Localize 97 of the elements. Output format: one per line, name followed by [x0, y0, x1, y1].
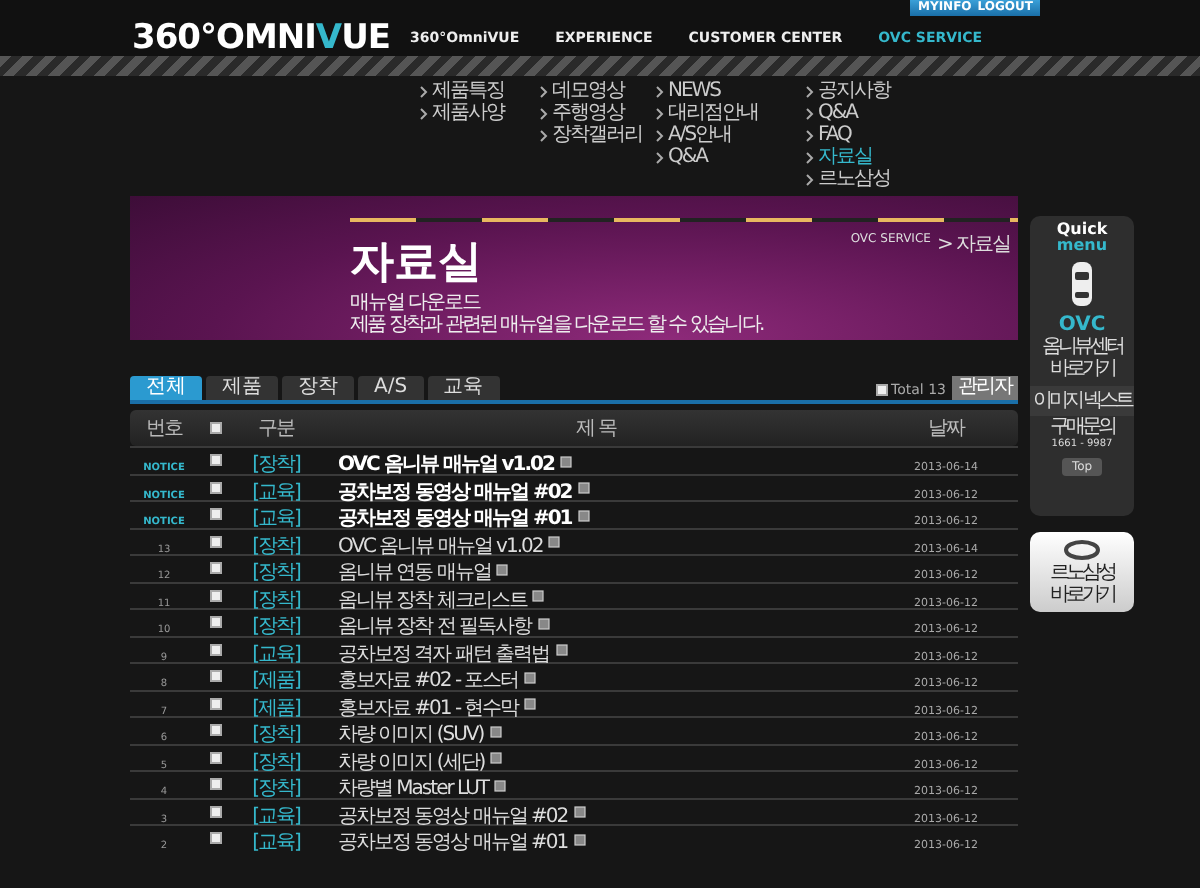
- row-checkbox[interactable]: [210, 535, 222, 548]
- file-icon: [577, 509, 590, 522]
- ovc-label[interactable]: OVC: [1058, 314, 1106, 336]
- submenu-item[interactable]: A/S안내: [668, 124, 732, 146]
- submenu-item[interactable]: 공지사항: [818, 80, 890, 102]
- page-subtitle: 매뉴얼 다운로드: [350, 292, 481, 314]
- quick-menu-title: Quick menu: [1056, 222, 1108, 254]
- admin-button[interactable]: 관리자: [952, 376, 1018, 400]
- post-title-link[interactable]: 옴니뷰 장착 전 필독사항: [338, 616, 532, 639]
- row-checkbox[interactable]: [210, 454, 222, 467]
- post-title-link[interactable]: 옴니뷰 장착 체크리스트: [338, 589, 527, 612]
- row-category: [장착]: [252, 589, 300, 612]
- image-next-link[interactable]: 이미지 넥스트: [1032, 390, 1132, 412]
- file-icon: [490, 752, 503, 765]
- site-logo[interactable]: 360°OMNIVUE: [132, 18, 391, 58]
- row-checkbox[interactable]: [210, 670, 222, 683]
- file-icon: [489, 725, 502, 738]
- row-category: [제품]: [252, 697, 300, 720]
- row-checkbox[interactable]: [210, 751, 222, 764]
- post-title-link[interactable]: 홍보자료 #01 - 현수막: [338, 697, 519, 720]
- post-title-link[interactable]: 공차보정 동영상 매뉴얼 #01: [338, 832, 568, 855]
- row-category: [교육]: [252, 508, 300, 531]
- column-header: 날짜: [926, 415, 967, 443]
- row-category: [장착]: [252, 724, 300, 747]
- row-category: [장착]: [252, 751, 300, 774]
- submenu-item[interactable]: 자료실: [818, 146, 872, 168]
- submenu-item[interactable]: 장착갤러리: [552, 124, 642, 146]
- row-category: [장착]: [252, 454, 300, 477]
- select-all-checkbox[interactable]: [875, 383, 888, 396]
- row-checkbox[interactable]: [210, 697, 222, 710]
- post-title-link[interactable]: OVC 옴니뷰 매뉴얼 v1.02: [338, 454, 554, 477]
- page-title: 자료실: [350, 240, 482, 288]
- post-title-link[interactable]: 공차보정 동영상 매뉴얼 #02: [338, 481, 572, 504]
- column-header: 제 목: [575, 417, 617, 439]
- submenu-item[interactable]: NEWS: [668, 80, 721, 102]
- file-icon: [496, 563, 509, 576]
- row-category: [장착]: [252, 562, 300, 585]
- row-category: [제품]: [252, 670, 300, 693]
- row-checkbox[interactable]: [210, 805, 222, 818]
- file-icon: [559, 455, 572, 468]
- submenu-item[interactable]: 주행영상: [552, 102, 624, 124]
- submenu-item[interactable]: 대리점안내: [668, 102, 758, 124]
- row-checkbox[interactable]: [210, 832, 222, 845]
- post-title-link[interactable]: 옴니뷰 연동 매뉴얼: [338, 562, 491, 585]
- file-icon: [555, 644, 568, 657]
- ovc-center-link[interactable]: 옴니뷰센터 바로가기: [1032, 336, 1132, 380]
- row-category: [교육]: [252, 805, 300, 828]
- category-tab[interactable]: A/S: [358, 376, 424, 400]
- row-checkbox[interactable]: [210, 724, 222, 737]
- file-icon: [524, 698, 537, 711]
- row-checkbox[interactable]: [210, 508, 222, 521]
- file-icon: [577, 482, 590, 495]
- file-icon: [573, 833, 586, 846]
- row-checkbox[interactable]: [210, 562, 222, 575]
- post-title-link[interactable]: 차량별 Master LUT: [338, 778, 489, 801]
- header-checkbox[interactable]: [210, 422, 222, 434]
- column-header: 구분: [256, 415, 297, 443]
- file-icon: [524, 671, 537, 684]
- contact-label: 구매문의: [1048, 416, 1117, 438]
- car-icon: [1070, 260, 1094, 308]
- row-category: [장착]: [252, 778, 300, 801]
- row-checkbox[interactable]: [210, 778, 222, 791]
- row-checkbox[interactable]: [210, 589, 222, 602]
- post-title-link[interactable]: 공차보정 격자 패턴 출력법: [338, 643, 550, 666]
- category-tab[interactable]: 장착: [282, 376, 354, 400]
- submenu-item[interactable]: FAQ: [818, 124, 851, 146]
- submenu-item[interactable]: 제품사양: [432, 102, 504, 124]
- submenu-item[interactable]: 제품특징: [432, 80, 504, 102]
- file-icon: [494, 779, 507, 792]
- post-title-link[interactable]: 공차보정 동영상 매뉴얼 #02: [338, 805, 568, 828]
- row-category: [교육]: [252, 481, 300, 504]
- file-icon: [548, 536, 561, 549]
- row-category: [교육]: [252, 643, 300, 666]
- page-description: 제품 장착과 관련된 매뉴얼을 다운로드 할 수 있습니다.: [350, 314, 763, 336]
- row-category: [장착]: [252, 616, 300, 639]
- post-title-link[interactable]: 홍보자료 #02 - 포스터: [338, 670, 519, 693]
- row-category: [장착]: [252, 535, 300, 558]
- row-checkbox[interactable]: [210, 643, 222, 656]
- file-icon: [573, 806, 586, 819]
- partner-link-button[interactable]: 르노삼성 바로가기: [1030, 532, 1134, 612]
- post-title-link[interactable]: OVC 옴니뷰 매뉴얼 v1.02: [338, 535, 543, 558]
- submenu-item[interactable]: 르노삼성: [818, 168, 890, 190]
- submenu-item[interactable]: Q&A: [818, 102, 858, 124]
- post-title-link[interactable]: 차량 이미지 (SUV): [338, 724, 484, 747]
- column-header: 번호: [144, 415, 185, 443]
- submenu-item[interactable]: Q&A: [668, 146, 708, 168]
- file-icon: [532, 590, 545, 603]
- breadcrumb-item: > 자료실: [936, 232, 1010, 260]
- file-icon: [537, 617, 550, 630]
- category-tab[interactable]: 교육: [427, 376, 500, 400]
- row-category: [교육]: [252, 832, 300, 855]
- submenu-item[interactable]: 데모영상: [552, 80, 624, 102]
- row-checkbox[interactable]: [210, 481, 222, 494]
- row-checkbox[interactable]: [210, 616, 222, 629]
- post-title-link[interactable]: 공차보정 동영상 매뉴얼 #01: [338, 508, 572, 531]
- post-title-link[interactable]: 차량 이미지 (세단): [338, 751, 485, 774]
- category-tab[interactable]: 제품: [206, 376, 278, 400]
